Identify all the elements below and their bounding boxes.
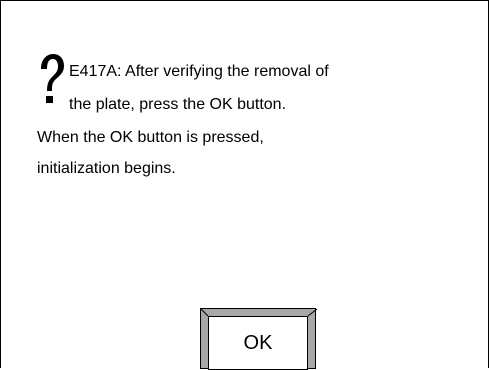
question-mark-icon [41,54,64,103]
message-line-2: the plate, press the OK button. [69,96,287,113]
message-line-4: initialization begins. [37,160,176,177]
error-dialog: E417A: After verifying the removal of th… [0,0,489,370]
ok-button[interactable]: OK [200,308,317,370]
message-line-1: E417A: After verifying the removal of [69,63,329,80]
ok-button-face[interactable]: OK [208,316,308,370]
message-line-3: When the OK button is pressed, [37,129,264,146]
ok-button-label: OK [243,332,273,354]
